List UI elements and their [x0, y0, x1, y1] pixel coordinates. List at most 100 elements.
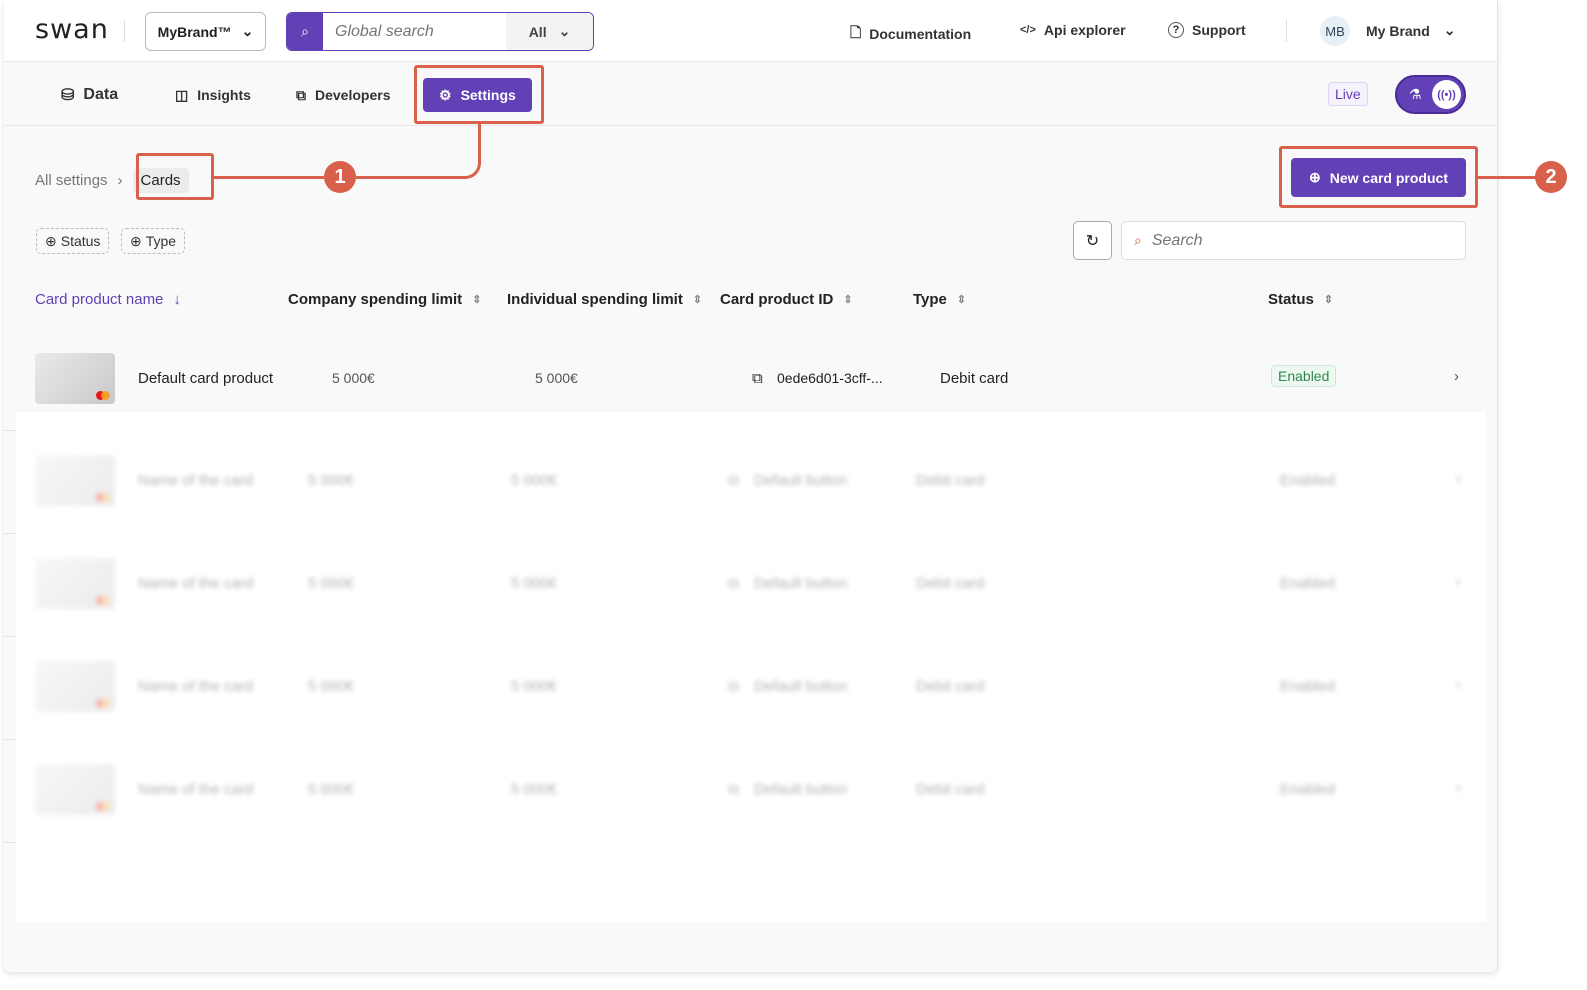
refresh-button[interactable]: ↻: [1073, 221, 1112, 260]
breadcrumb-all-settings[interactable]: All settings: [35, 172, 108, 189]
card-type: Debit card: [916, 472, 985, 489]
developer-icon: ⧉: [296, 86, 306, 103]
copy-icon: ⧉: [728, 472, 739, 489]
support-link[interactable]: ? Support: [1168, 22, 1246, 38]
copy-icon: ⧉: [728, 575, 739, 592]
main-nav: ⛁ Data ◫ Insights ⧉ Developers ⚙ Settings Li…: [4, 62, 1497, 126]
documentation-link[interactable]: 🗋 Documentation: [850, 22, 971, 46]
annotation-number: 2: [1535, 161, 1567, 193]
header-label: Status: [1268, 291, 1314, 308]
card-type: Debit card: [916, 678, 985, 695]
card-product-id: Default button: [754, 781, 848, 798]
flask-icon: ⚗: [1409, 86, 1422, 102]
mastercard-logo: [96, 391, 110, 400]
card-image: [35, 353, 115, 404]
annotation-line: [214, 176, 324, 179]
annotation-box-settings: [414, 65, 544, 124]
annotation-line: [1478, 176, 1536, 179]
tab-data[interactable]: ⛁ Data: [61, 78, 118, 112]
column-header-name[interactable]: Card product name ↓: [35, 291, 181, 308]
individual-limit: 5 000€: [511, 575, 557, 592]
individual-limit: 5 000€: [535, 370, 578, 386]
card-product-id: Default button: [754, 678, 848, 695]
link-label: Api explorer: [1043, 22, 1126, 38]
card-type: Debit card: [916, 781, 985, 798]
filter-status[interactable]: ⊕ Status: [36, 228, 110, 254]
placeholder-row: Name of the card 5 000€ 5 000€ ⧉ Default…: [16, 422, 1486, 525]
refresh-icon: ↻: [1085, 232, 1100, 250]
sandbox-live-toggle[interactable]: ⚗ ((•)): [1395, 75, 1466, 114]
column-header-status[interactable]: Status ⇕: [1268, 291, 1333, 308]
scope-label: All: [528, 23, 547, 40]
company-limit: 5 000€: [308, 575, 354, 592]
account-label: My Brand: [1366, 22, 1430, 39]
database-icon: ⛁: [61, 87, 75, 104]
api-explorer-link[interactable]: </> Api explorer: [1020, 22, 1126, 38]
link-label: Support: [1192, 22, 1246, 38]
company-limit: 5 000€: [308, 781, 354, 798]
document-icon: 🗋: [850, 24, 862, 40]
company-limit: 5 000€: [308, 472, 354, 489]
link-label: Documentation: [869, 26, 972, 42]
card-type: Debit card: [916, 575, 985, 592]
chevron-right-icon: ›: [1456, 573, 1461, 590]
brand-label: MyBrand™: [157, 23, 232, 40]
chevron-right-icon: ›: [1456, 779, 1461, 796]
search-icon: ⌕: [1134, 232, 1142, 248]
tab-label: Data: [83, 86, 119, 103]
card-name: Name of the card: [138, 472, 254, 489]
card-product-id: Default button: [754, 472, 848, 489]
tab-label: Insights: [197, 87, 251, 103]
search-icon[interactable]: ⌕: [287, 13, 323, 50]
column-header-individual-limit[interactable]: Individual spending limit ⇕: [507, 291, 702, 308]
table-search: ⌕: [1121, 221, 1466, 260]
card-product-id: Default button: [754, 575, 848, 592]
header-label: Type: [913, 291, 947, 308]
card-name: Default card product: [138, 370, 274, 387]
copy-icon[interactable]: ⧉: [752, 370, 763, 387]
status-badge: Enabled: [1280, 575, 1336, 592]
help-icon: ?: [1168, 22, 1184, 38]
mastercard-logo: [96, 802, 110, 811]
avatar[interactable]: MB: [1320, 16, 1350, 46]
annotation-box-cards: [136, 153, 214, 200]
filter-type[interactable]: ⊕ Type: [121, 228, 186, 254]
card-type: Debit card: [940, 370, 1009, 387]
swan-logo: swan: [35, 14, 109, 45]
status-badge: Enabled: [1280, 678, 1336, 695]
account-menu[interactable]: My Brand ⌄: [1366, 22, 1456, 39]
column-header-id[interactable]: Card product ID ⇕: [720, 291, 853, 308]
card-product-id: 0ede6d01-3cff-...: [777, 370, 883, 386]
brand-selector[interactable]: MyBrand™ ⌄: [145, 12, 266, 51]
header-label: Card product name: [35, 291, 164, 308]
individual-limit: 5 000€: [511, 781, 557, 798]
sort-icon: ⇕: [1323, 294, 1334, 306]
app-window: swan MyBrand™ ⌄ ⌕ All ⌄ 🗋 Documentation </>…: [4, 0, 1498, 972]
global-search-input[interactable]: [323, 13, 506, 50]
status-badge: Enabled: [1280, 472, 1336, 489]
chevron-right-icon[interactable]: ›: [1454, 368, 1459, 385]
placeholder-rows: Name of the card 5 000€ 5 000€ ⧉ Default…: [16, 412, 1486, 922]
search-scope-dropdown[interactable]: All ⌄: [506, 13, 593, 50]
chevron-right-icon: ›: [1456, 676, 1461, 693]
header-label: Card product ID: [720, 291, 834, 308]
card-image: [35, 558, 115, 609]
search-input[interactable]: [1151, 231, 1360, 250]
annotation-number: 1: [324, 161, 356, 193]
plus-circle-icon: ⊕: [130, 232, 142, 249]
card-name: Name of the card: [138, 575, 254, 592]
tab-insights[interactable]: ◫ Insights: [175, 78, 251, 112]
card-name: Name of the card: [138, 678, 254, 695]
broadcast-icon: ((•)): [1432, 80, 1461, 109]
tab-label: Developers: [315, 87, 391, 103]
layout-icon: ◫: [175, 86, 189, 103]
column-header-type[interactable]: Type ⇕: [913, 291, 966, 308]
tab-developers[interactable]: ⧉ Developers: [296, 78, 390, 112]
column-header-company-limit[interactable]: Company spending limit ⇕: [288, 291, 481, 308]
divider: [124, 20, 125, 42]
copy-icon: ⧉: [728, 678, 739, 695]
chevron-down-icon: ⌄: [241, 23, 254, 39]
card-image: [35, 661, 115, 712]
copy-icon: ⧉: [728, 781, 739, 798]
arrow-down-icon: ↓: [173, 291, 181, 308]
